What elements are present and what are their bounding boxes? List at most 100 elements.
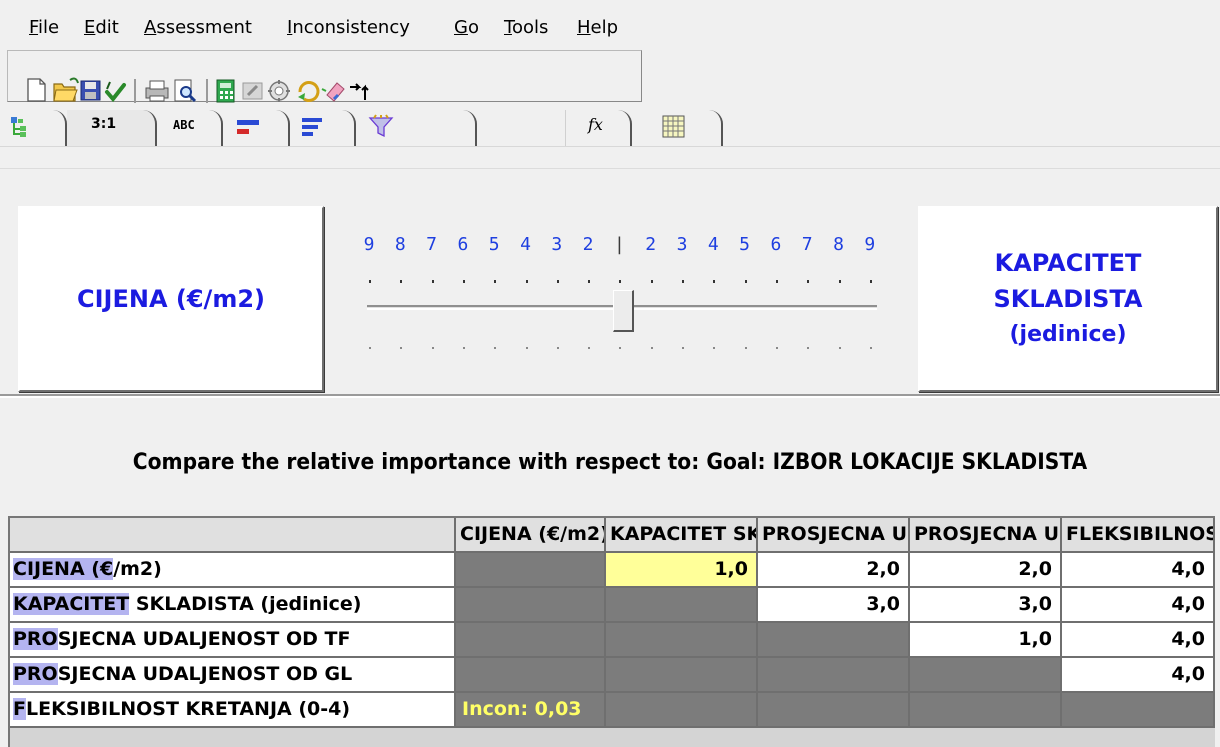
slider-scale-label: 8	[833, 234, 844, 255]
matrix-cell[interactable]: 4,0	[1062, 588, 1215, 623]
matrix-cell-disabled	[456, 623, 606, 658]
row-header-highlight: KAPACITET	[13, 593, 130, 615]
matrix-cell-disabled	[758, 658, 910, 693]
panel-top-divider	[0, 168, 1220, 169]
matrix-cell[interactable]: 2,0	[758, 553, 910, 588]
slider-tick	[494, 280, 497, 283]
slider-tick	[400, 280, 403, 283]
edit-icon[interactable]	[242, 82, 263, 100]
matrix-cell[interactable]: 3,0	[758, 588, 910, 623]
arrow-icon[interactable]	[350, 83, 369, 100]
refresh-icon[interactable]	[298, 81, 320, 102]
slider-tick	[807, 347, 810, 349]
matrix-cell[interactable]: 1,0	[910, 623, 1062, 658]
slider-tick	[807, 280, 810, 283]
column-header[interactable]: KAPACITET SKLADISTA (jedinice)	[606, 518, 758, 553]
tab-numerical[interactable]: 3:1	[67, 110, 157, 146]
matrix-cell-disabled	[606, 658, 758, 693]
matrix-cell-disabled	[606, 693, 758, 728]
matrix-cell[interactable]: 4,0	[1062, 623, 1215, 658]
matrix-cell-disabled	[910, 693, 1062, 728]
inconsistency-cell: Incon: 0,03	[456, 693, 606, 728]
print-icon[interactable]	[145, 80, 169, 102]
row-header[interactable]: PROSJECNA UDALJENOST OD TF	[10, 623, 456, 658]
column-header[interactable]: PROSJECNA UDALJENOST OD TR	[758, 518, 910, 553]
slider-tick	[588, 347, 591, 349]
row-header-text: SKLADISTA (jedinice)	[129, 593, 362, 615]
column-header[interactable]: FLEKSIBILNOST KRETANJA (0-4)	[1062, 518, 1215, 553]
tab-priorities[interactable]	[290, 110, 356, 146]
slider-tick	[744, 280, 747, 283]
new-file-icon[interactable]	[27, 78, 46, 102]
checkmark-icon[interactable]	[105, 81, 126, 103]
slider-tick	[556, 280, 559, 283]
panel-separator	[0, 394, 1220, 398]
slider-tick	[619, 347, 622, 349]
tab-matrix[interactable]	[632, 110, 723, 146]
open-folder-icon[interactable]	[53, 77, 79, 102]
slider-tick	[369, 347, 371, 349]
matrix-cell-disabled	[1062, 693, 1215, 728]
slider-tick	[525, 347, 528, 349]
slider-tick	[682, 280, 684, 283]
row-header-highlight: F	[13, 698, 26, 720]
matrix-cell[interactable]: 4,0	[1062, 553, 1215, 588]
row-header[interactable]: KAPACITET SKLADISTA (jedinice)	[10, 588, 456, 623]
slider-tick	[494, 347, 497, 349]
slider-tick	[431, 280, 434, 283]
tab-tree-view[interactable]	[0, 110, 67, 146]
row-header[interactable]: PROSJECNA UDALJENOST OD GL	[10, 658, 456, 693]
matrix-cell-selected[interactable]: 1,0	[606, 553, 758, 588]
slider-scale-label: 7	[426, 234, 438, 255]
eraser-icon[interactable]	[321, 82, 345, 102]
right-criterion-box[interactable]: KAPACITET SKLADISTA (jedinice)	[918, 206, 1218, 392]
tab-formula[interactable]: fx	[565, 110, 632, 146]
verbal-tab-label: ABC	[173, 118, 195, 132]
row-header-text: SJECNA UDALJENOST OD GL	[57, 663, 353, 685]
matrix-cell[interactable]: 3,0	[910, 588, 1062, 623]
slider-scale-label: 6	[770, 234, 782, 255]
matrix-corner	[10, 518, 456, 553]
tab-graphical[interactable]	[223, 110, 290, 146]
print-preview-icon[interactable]	[174, 79, 197, 103]
tab-verbal[interactable]: ABC	[157, 110, 223, 146]
slider-tick	[619, 280, 622, 283]
slider-tick	[713, 347, 716, 349]
slider-tick	[869, 347, 872, 349]
compare-instruction: Compare the relative importance with res…	[132, 450, 1088, 475]
save-icon[interactable]	[80, 80, 101, 101]
tab-sensitivity[interactable]	[356, 110, 477, 146]
slider-tick	[838, 280, 841, 283]
row-header[interactable]: FLEKSIBILNOST KRETANJA (0-4)	[10, 693, 456, 728]
matrix-cell[interactable]: 4,0	[1062, 658, 1215, 693]
bar-compare-icon	[237, 120, 259, 134]
matrix-cell-disabled	[910, 658, 1062, 693]
slider-scale: 9 8 7 6 5 4 3 2 | 2 3 4 5 6 7 8 9	[362, 234, 882, 258]
slider-tick	[431, 347, 434, 349]
matrix-cell[interactable]: 2,0	[910, 553, 1062, 588]
slider-thumb[interactable]	[613, 290, 634, 332]
column-header[interactable]: CIJENA (€/m2)	[456, 518, 606, 553]
synthesize-icon[interactable]	[268, 80, 290, 102]
row-header-highlight: PRO	[13, 628, 58, 650]
row-header[interactable]: CIJENA (€/m2)	[10, 553, 456, 588]
row-header-highlight: PRO	[13, 663, 58, 685]
matrix-cell-disabled	[758, 623, 910, 658]
slider-tick	[682, 347, 684, 349]
slider-scale-label: 5	[488, 234, 500, 255]
column-header[interactable]: PROSJECNA UDALJENOST OD GL	[910, 518, 1062, 553]
matrix-cell-disabled	[456, 553, 606, 588]
slider-scale-label: 7	[801, 234, 813, 255]
matrix-cell-disabled	[606, 623, 758, 658]
slider-scale-label: 3	[676, 234, 688, 255]
slider-scale-label: 5	[739, 234, 751, 255]
slider-scale-label: 6	[457, 234, 469, 255]
row-header-text: /m2)	[113, 558, 162, 580]
toolbar-separator	[134, 79, 136, 103]
row-header-text: LEKSIBILNOST KRETANJA (0-4)	[25, 698, 351, 720]
slider-scale-label: 8	[394, 234, 406, 255]
left-criterion-box[interactable]: CIJENA (€/m2)	[18, 206, 324, 392]
slider-tick	[525, 280, 528, 283]
calculator-icon[interactable]	[216, 79, 235, 103]
row-header-highlight: CIJENA (€	[13, 558, 114, 580]
